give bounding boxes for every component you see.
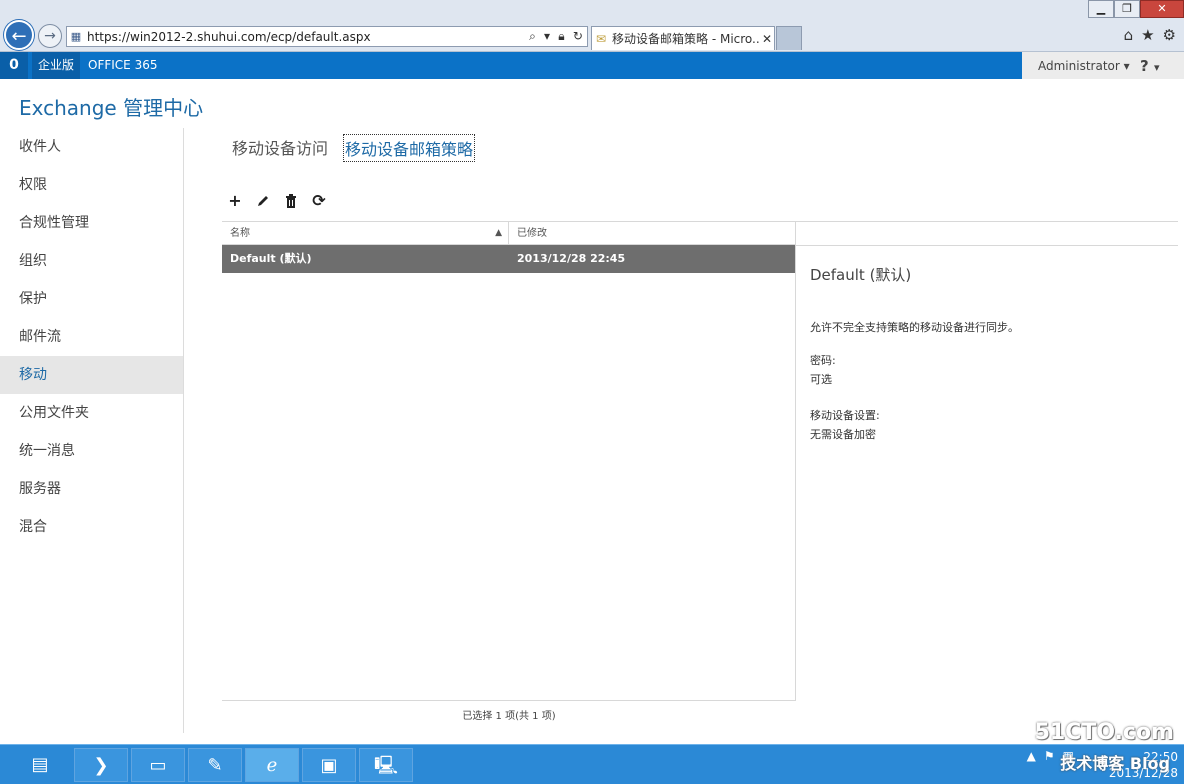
sidebar: 收件人 权限 合规性管理 组织 保护 邮件流 移动 公用文件夹 统一消息 服务器 混合	[0, 128, 184, 733]
trash-icon	[286, 194, 296, 208]
page-favicon-icon: ▦	[70, 30, 82, 43]
close-window-button[interactable]: ✕	[1140, 0, 1184, 18]
row-name: Default (默认)	[230, 252, 312, 265]
sidebar-item[interactable]: 收件人	[0, 128, 183, 166]
sidebar-item[interactable]: 移动	[0, 356, 183, 394]
sidebar-item[interactable]: 组织	[0, 242, 183, 280]
pencil-icon	[258, 196, 268, 206]
search-icon[interactable]: ⌕	[529, 29, 536, 44]
help-menu[interactable]: ? ▾	[1140, 57, 1159, 75]
window-controls: ▁ ❐ ✕	[1088, 0, 1184, 18]
browser-tools: ⌂ ★ ⚙	[1124, 26, 1176, 44]
control-panel-button[interactable]: ▣	[302, 748, 356, 782]
edit-button[interactable]	[252, 190, 274, 212]
detail-title: Default (默认)	[810, 266, 912, 284]
policy-list: 名称 ▲ 已修改 Default (默认) 2013/12/28 22:45	[222, 221, 796, 700]
refresh-icon: ⟳	[312, 191, 326, 210]
sidebar-item[interactable]: 保护	[0, 280, 183, 318]
notepad-icon: ✎	[207, 755, 223, 776]
add-button[interactable]: +	[224, 190, 246, 212]
list-toolbar: + ⟳	[224, 190, 330, 212]
tab-title: 移动设备邮箱策略 - Micro...	[612, 32, 760, 46]
settings-gear-icon[interactable]: ⚙	[1163, 26, 1176, 44]
sidebar-item[interactable]: 公用文件夹	[0, 394, 183, 432]
table-row[interactable]: Default (默认) 2013/12/28 22:45	[222, 245, 795, 273]
list-header: 名称 ▲ 已修改	[222, 222, 795, 245]
remote-desktop-button[interactable]: 🖳	[359, 748, 413, 782]
device-settings-value: 无需设备加密	[810, 428, 876, 441]
office-logo-icon[interactable]: 0	[0, 52, 28, 79]
notepad-button[interactable]: ✎	[188, 748, 242, 782]
detail-pane: Default (默认) 允许不完全支持策略的移动设备进行同步。 密码: 可选 …	[796, 221, 1178, 734]
file-explorer-button[interactable]: ▭	[131, 748, 185, 782]
subtabs: 移动设备访问 移动设备邮箱策略	[231, 134, 476, 162]
user-area: Administrator ▾ ? ▾	[1022, 52, 1184, 79]
minimize-button[interactable]: ▁	[1088, 0, 1114, 18]
chevron-down-icon: ▾	[1123, 58, 1130, 73]
sidebar-item[interactable]: 统一消息	[0, 432, 183, 470]
server-manager-button[interactable]: ▤	[8, 748, 72, 782]
page-favicon-icon: ✉	[596, 31, 607, 46]
sidebar-item[interactable]: 合规性管理	[0, 204, 183, 242]
internet-explorer-button[interactable]: ℯ	[245, 748, 299, 782]
restore-button[interactable]: ❐	[1114, 0, 1140, 18]
powershell-icon: ❯	[93, 755, 109, 776]
arrow-left-icon: ←	[11, 26, 27, 47]
watermark-site: 51CTO.com	[1034, 720, 1174, 745]
password-label: 密码:	[810, 354, 836, 367]
flag-icon[interactable]: ⚑	[1044, 749, 1055, 763]
powershell-button[interactable]: ❯	[74, 748, 128, 782]
browser-tab[interactable]: ✉ 移动设备邮箱策略 - Micro... ✕	[591, 26, 775, 50]
address-bar[interactable]: ▦ https://win2012-2.shuhui.com/ecp/defau…	[66, 26, 588, 47]
device-settings-label: 移动设备设置:	[810, 409, 880, 422]
forward-button[interactable]: →	[38, 24, 62, 48]
control-panel-icon: ▣	[320, 755, 338, 776]
dropdown-icon[interactable]: ▾	[544, 29, 550, 44]
internet-explorer-icon: ℯ	[266, 755, 278, 776]
sidebar-item[interactable]: 邮件流	[0, 318, 183, 356]
server-manager-icon: ▤	[31, 754, 49, 775]
nav-office365[interactable]: OFFICE 365	[88, 52, 157, 79]
tab-mobile-mailbox-policies[interactable]: 移动设备邮箱策略	[343, 134, 476, 162]
browser-chrome: ▁ ❐ ✕ ← → ▦ https://win2012-2.shuhui.com…	[0, 0, 1184, 52]
refresh-page-icon[interactable]: ↻	[573, 29, 583, 44]
sidebar-item[interactable]: 权限	[0, 166, 183, 204]
password-value: 可选	[810, 373, 832, 386]
arrow-right-icon: →	[44, 28, 56, 44]
close-tab-icon[interactable]: ✕	[760, 32, 774, 46]
folder-icon: ▭	[149, 755, 167, 776]
computer-icon: 🖳	[373, 755, 398, 776]
favorites-star-icon[interactable]: ★	[1141, 26, 1154, 44]
sidebar-item[interactable]: 服务器	[0, 470, 183, 508]
app-top-bar: 0 企业版 OFFICE 365 Administrator ▾ ? ▾	[0, 52, 1184, 79]
selection-count: 已选择 1 项(共 1 项)	[222, 700, 796, 734]
windows-taskbar: ▤ ❯ ▭ ✎ ℯ ▣ 🖳 ▲ ⚑ ▦ 22:50 2013/12/28	[0, 744, 1184, 784]
nav-enterprise[interactable]: 企业版	[32, 52, 81, 79]
delete-button[interactable]	[280, 190, 302, 212]
lock-icon[interactable]: 🔒︎	[558, 29, 564, 44]
plus-icon: +	[228, 191, 242, 210]
user-menu[interactable]: Administrator ▾	[1022, 59, 1140, 73]
app-title: Exchange 管理中心	[19, 96, 204, 120]
refresh-button[interactable]: ⟳	[308, 190, 330, 212]
row-modified: 2013/12/28 22:45	[517, 252, 626, 265]
chevron-down-icon: ▾	[1153, 60, 1160, 74]
tab-mobile-device-access[interactable]: 移动设备访问	[231, 134, 329, 162]
watermark-blog: 技术博客 Blog	[1060, 754, 1170, 773]
sidebar-item[interactable]: 混合	[0, 508, 183, 546]
back-button[interactable]: ←	[4, 20, 34, 50]
address-url[interactable]: https://win2012-2.shuhui.com/ecp/default…	[85, 30, 525, 44]
detail-description: 允许不完全支持策略的移动设备进行同步。	[810, 321, 1019, 334]
column-header-name[interactable]: 名称 ▲	[222, 222, 509, 244]
home-icon[interactable]: ⌂	[1124, 26, 1134, 44]
new-tab-button[interactable]	[776, 26, 802, 50]
column-header-modified[interactable]: 已修改	[509, 222, 795, 244]
show-hidden-icons-icon[interactable]: ▲	[1027, 749, 1036, 763]
sort-ascending-icon: ▲	[495, 228, 502, 238]
